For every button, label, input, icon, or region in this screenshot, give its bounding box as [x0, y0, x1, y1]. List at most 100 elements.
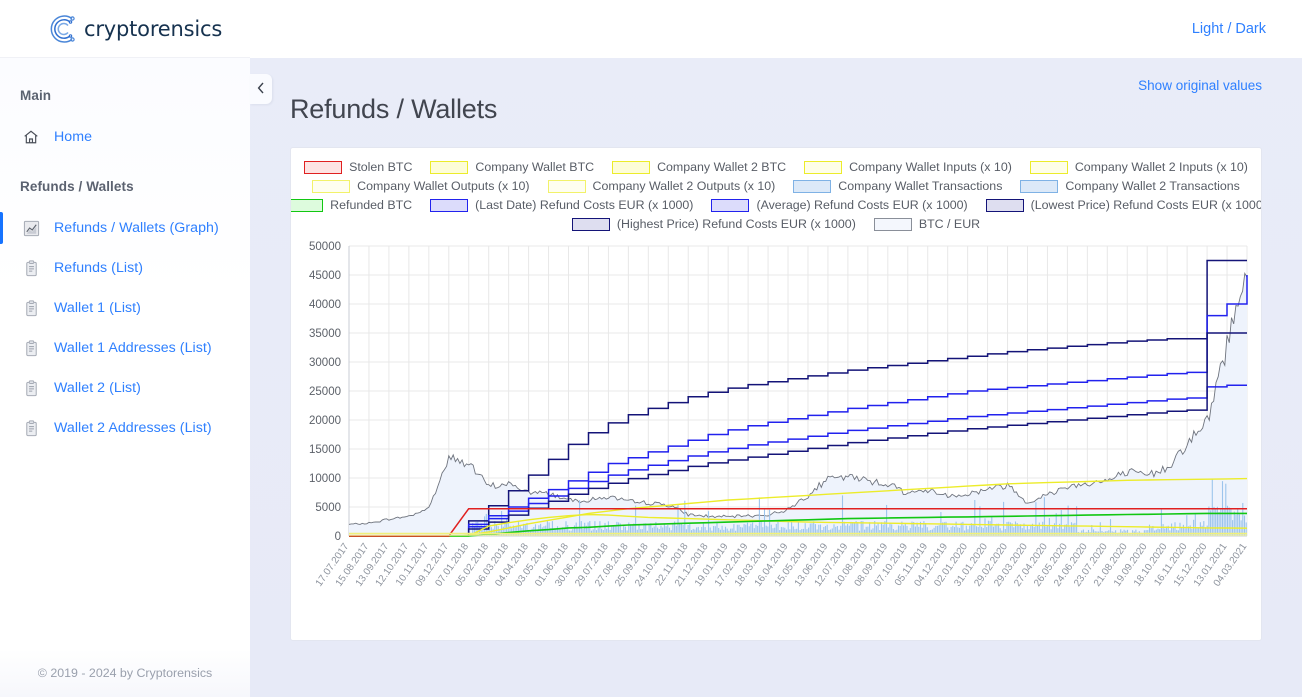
svg-text:30000: 30000 [309, 357, 341, 369]
legend-swatch [1020, 179, 1059, 193]
svg-text:40000: 40000 [309, 299, 341, 311]
svg-text:45000: 45000 [309, 270, 341, 282]
sidebar-item-refunds-wallets-graph[interactable]: Refunds / Wallets (Graph) [0, 208, 250, 248]
legend-item-stolen-btc[interactable]: Stolen BTC [304, 160, 412, 174]
legend-label: Company Wallet Outputs (x 10) [357, 179, 530, 193]
sidebar-item-label: Wallet 1 Addresses (List) [54, 340, 212, 356]
sidebar-item-wallet-2-addresses-list[interactable]: Wallet 2 Addresses (List) [0, 408, 250, 448]
legend-label: Stolen BTC [349, 160, 413, 174]
svg-text:35000: 35000 [309, 328, 341, 340]
chart-icon [20, 220, 42, 237]
legend-label: Company Wallet 2 BTC [657, 160, 787, 174]
legend-label: (Highest Price) Refund Costs EUR (x 1000… [616, 217, 856, 231]
legend-item-last-date-refund-costs[interactable]: (Last Date) Refund Costs EUR (x 1000) [430, 198, 693, 212]
legend-item-average-refund-costs[interactable]: (Average) Refund Costs EUR (x 1000) [711, 198, 968, 212]
legend-item-highest-price-refund-costs[interactable]: (Highest Price) Refund Costs EUR (x 1000… [571, 217, 856, 231]
legend-row: Company Wallet Outputs (x 10) Company Wa… [312, 179, 1240, 193]
cryptorensics-logo-icon [46, 12, 80, 46]
legend-label: Company Wallet 2 Transactions [1065, 179, 1240, 193]
legend-item-company-wallet-2-inputs[interactable]: Company Wallet 2 Inputs (x 10) [1029, 160, 1248, 174]
legend-label: Company Wallet 2 Inputs (x 10) [1074, 160, 1248, 174]
show-original-values-link[interactable]: Show original values [1138, 78, 1262, 93]
svg-text:25000: 25000 [309, 386, 341, 398]
legend-swatch [793, 179, 832, 193]
legend-swatch [304, 160, 343, 174]
legend-swatch [804, 160, 843, 174]
legend-swatch [873, 217, 912, 231]
clipboard-icon [20, 339, 42, 357]
content: Show original values Refunds / Wallets S… [250, 58, 1302, 697]
sidebar-collapse-button[interactable] [250, 74, 272, 104]
svg-text:15000: 15000 [309, 444, 341, 456]
sidebar-item-wallet-1-list[interactable]: Wallet 1 (List) [0, 288, 250, 328]
sidebar-item-label: Wallet 2 (List) [54, 380, 141, 396]
app-root: cryptorensics Main Home Refunds / Wallet… [0, 0, 1302, 697]
nav-section-title-main: Main [20, 88, 52, 103]
svg-text:20000: 20000 [309, 415, 341, 427]
sidebar-item-home[interactable]: Home [0, 117, 250, 157]
svg-text:10000: 10000 [309, 473, 341, 485]
legend-swatch [612, 160, 651, 174]
legend-swatch [291, 198, 324, 212]
legend-swatch [430, 198, 469, 212]
chart-card: Stolen BTC Company Wallet BTC Company Wa… [290, 147, 1262, 641]
main-area: Light / Dark Show original values Refund… [250, 0, 1302, 697]
nav-section-title-refunds-wallets: Refunds / Wallets [20, 179, 134, 194]
svg-text:0: 0 [335, 531, 341, 543]
sidebar-item-label: Refunds (List) [54, 260, 144, 276]
legend-swatch [1029, 160, 1068, 174]
legend-swatch [985, 198, 1024, 212]
legend-item-company-wallet-2-outputs[interactable]: Company Wallet 2 Outputs (x 10) [547, 179, 776, 193]
legend-item-company-wallet-2-transactions[interactable]: Company Wallet 2 Transactions [1020, 179, 1240, 193]
legend-label: BTC / EUR [918, 217, 981, 231]
legend-label: (Average) Refund Costs EUR (x 1000) [756, 198, 968, 212]
legend-item-company-wallet-outputs[interactable]: Company Wallet Outputs (x 10) [312, 179, 530, 193]
sidebar-item-wallet-2-list[interactable]: Wallet 2 (List) [0, 368, 250, 408]
sidebar-item-label: Refunds / Wallets (Graph) [54, 220, 219, 236]
sidebar: cryptorensics Main Home Refunds / Wallet… [0, 0, 250, 697]
legend-item-lowest-price-refund-costs[interactable]: (Lowest Price) Refund Costs EUR (x 1000) [985, 198, 1262, 212]
clipboard-icon [20, 379, 42, 397]
home-icon [20, 128, 42, 146]
legend-swatch [547, 179, 586, 193]
legend-label: Refunded BTC [330, 198, 413, 212]
clipboard-icon [20, 419, 42, 437]
legend-swatch [571, 217, 610, 231]
legend-item-company-wallet-2-btc[interactable]: Company Wallet 2 BTC [612, 160, 786, 174]
clipboard-icon [20, 299, 42, 317]
topbar: Light / Dark [250, 0, 1302, 58]
brand[interactable]: cryptorensics [0, 0, 250, 58]
clipboard-icon [20, 259, 42, 277]
legend-swatch [430, 160, 469, 174]
theme-toggle[interactable]: Light / Dark [1192, 21, 1266, 37]
chart-svg[interactable]: 0 5000 10000 15000 20000 25000 30000 35000 40000… [291, 238, 1259, 618]
legend-item-company-wallet-inputs[interactable]: Company Wallet Inputs (x 10) [804, 160, 1012, 174]
sidebar-item-label: Home [54, 129, 93, 145]
legend-label: Company Wallet Transactions [838, 179, 1003, 193]
legend-label: Company Wallet Inputs (x 10) [849, 160, 1012, 174]
legend-item-refunded-btc[interactable]: Refunded BTC [291, 198, 413, 212]
sidebar-footer: © 2019 - 2024 by Cryptorensics [0, 649, 250, 697]
legend-row: Stolen BTC Company Wallet BTC Company Wa… [304, 160, 1248, 174]
legend-swatch [312, 179, 351, 193]
legend-item-company-wallet-btc[interactable]: Company Wallet BTC [430, 160, 594, 174]
legend-item-company-wallet-transactions[interactable]: Company Wallet Transactions [793, 179, 1002, 193]
chevron-left-icon [257, 82, 265, 97]
legend-label: Company Wallet 2 Outputs (x 10) [592, 179, 776, 193]
legend-label: (Last Date) Refund Costs EUR (x 1000) [475, 198, 694, 212]
sidebar-item-label: Wallet 1 (List) [54, 300, 141, 316]
svg-text:5000: 5000 [315, 502, 341, 514]
sidebar-item-label: Wallet 2 Addresses (List) [54, 420, 212, 436]
brand-name: cryptorensics [84, 16, 223, 41]
legend-row: Refunded BTC (Last Date) Refund Costs EU… [291, 198, 1261, 212]
page-title: Refunds / Wallets [290, 94, 498, 124]
chart-plot: 0 5000 10000 15000 20000 25000 30000 35000 40000… [291, 238, 1261, 618]
sidebar-item-wallet-1-addresses-list[interactable]: Wallet 1 Addresses (List) [0, 328, 250, 368]
legend-item-btc-eur[interactable]: BTC / EUR [873, 217, 981, 231]
legend-label: (Lowest Price) Refund Costs EUR (x 1000) [1030, 198, 1262, 212]
sidebar-item-refunds-list[interactable]: Refunds (List) [0, 248, 250, 288]
svg-text:50000: 50000 [309, 241, 341, 253]
chart-legend: Stolen BTC Company Wallet BTC Company Wa… [291, 148, 1261, 238]
legend-label: Company Wallet BTC [475, 160, 595, 174]
legend-swatch [711, 198, 750, 212]
